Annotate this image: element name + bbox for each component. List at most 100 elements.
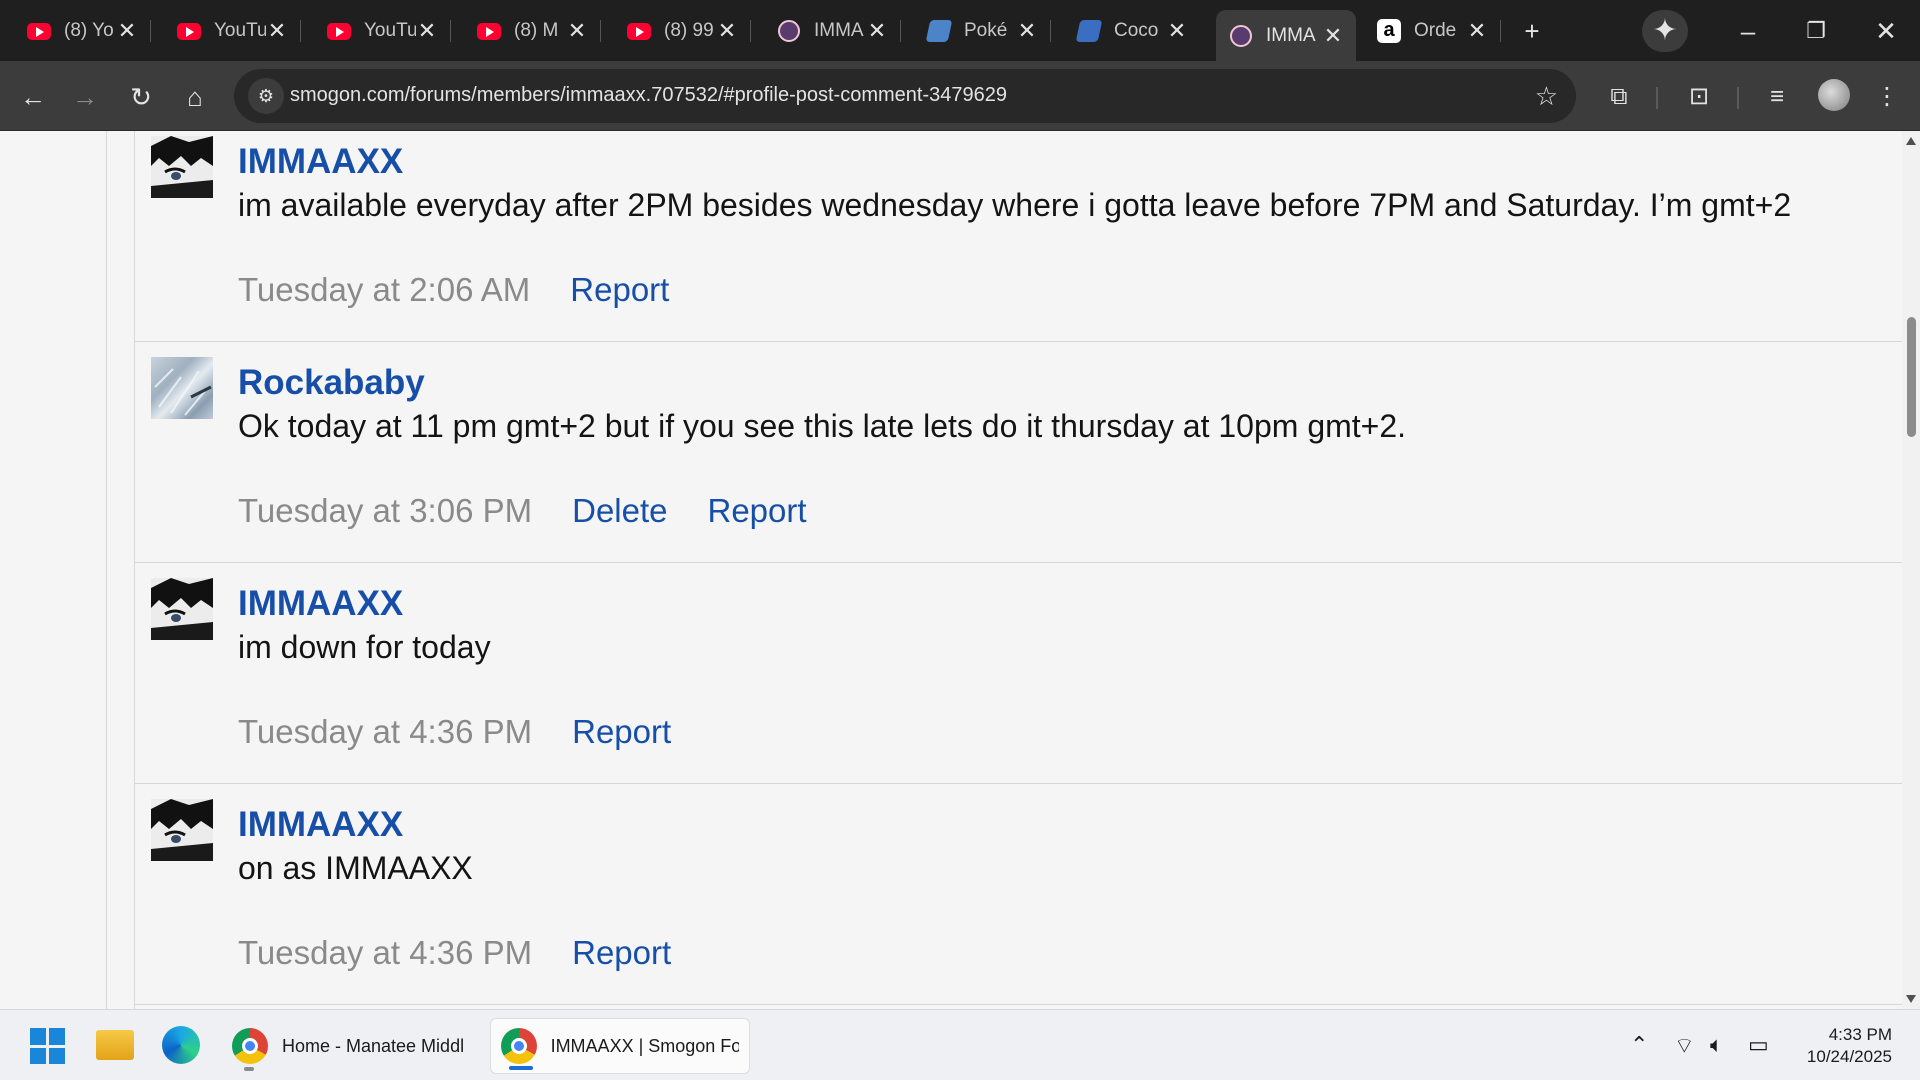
tab-title: IMMA <box>1266 24 1316 46</box>
comment-username[interactable]: IMMAAXX <box>238 805 403 845</box>
pokemon-icon <box>925 20 953 42</box>
report-link[interactable]: Report <box>572 934 671 972</box>
tab-title: YouTu <box>364 20 416 41</box>
delete-link[interactable]: Delete <box>572 492 667 530</box>
chrome-icon <box>501 1028 537 1064</box>
extensions-icon[interactable]: ⧉ <box>1600 78 1638 116</box>
comment-timestamp[interactable]: Tuesday at 2:06 AM <box>238 271 530 309</box>
page-scrollbar[interactable] <box>1902 131 1920 1009</box>
close-icon[interactable]: ✕ <box>1322 23 1344 49</box>
menu-icon[interactable]: ⋮ <box>1868 78 1906 116</box>
tab-amazon[interactable]: a Orde ✕ <box>1364 10 1501 52</box>
comment-message: im available everyday after 2PM besides … <box>238 187 1792 223</box>
user-avatar[interactable] <box>151 799 213 861</box>
site-info-icon[interactable]: ⚙ <box>248 78 284 114</box>
tab-youtube-3[interactable]: YouTu ✕ <box>314 10 451 52</box>
taskbar-app-chrome-home[interactable]: Home - Manatee Middl <box>222 1018 480 1074</box>
tab-title: Coco <box>1114 20 1159 41</box>
user-avatar[interactable] <box>151 578 213 640</box>
wifi-icon[interactable]: ⌔ <box>1674 1032 1695 1060</box>
tab-pokemon[interactable]: Poké ✕ <box>914 10 1051 52</box>
close-icon[interactable]: ✕ <box>1016 18 1038 44</box>
new-tab-button[interactable]: + <box>1514 14 1550 48</box>
profile-comment: IMMAAXX im available everyday after 2PM … <box>135 131 1902 342</box>
scrollbar-thumb[interactable] <box>1907 317 1916 437</box>
close-icon[interactable]: ✕ <box>1466 18 1488 44</box>
tab-title: Orde <box>1414 20 1457 41</box>
profile-avatar[interactable] <box>1818 79 1850 111</box>
tab-smogon-active[interactable]: IMMA ✕ <box>1216 10 1356 61</box>
amazon-icon: a <box>1376 19 1402 43</box>
tab-title: YouTu <box>214 20 266 41</box>
tab-title: (8) M <box>514 20 559 41</box>
home-icon[interactable]: ⌂ <box>176 78 214 116</box>
comment-message: on as IMMAAXX <box>238 850 473 886</box>
windows-start-icon[interactable] <box>30 1028 66 1064</box>
tab-youtube-5[interactable]: (8) 99 ✕ <box>614 10 751 52</box>
chrome-icon <box>232 1028 268 1064</box>
comment-timestamp[interactable]: Tuesday at 3:06 PM <box>238 492 532 530</box>
back-icon[interactable]: ← <box>14 78 52 116</box>
clock-time: 4:33 PM <box>1828 1025 1892 1044</box>
tab-youtube-4[interactable]: (8) M ✕ <box>464 10 601 52</box>
comment-message: im down for today <box>238 629 491 665</box>
edge-icon[interactable] <box>162 1026 200 1064</box>
scroll-down-icon[interactable] <box>1906 995 1916 1003</box>
youtube-icon <box>476 20 502 42</box>
tab-youtube-2[interactable]: YouTu ✕ <box>164 10 301 52</box>
close-icon[interactable]: ✕ <box>116 18 138 44</box>
system-clock[interactable]: 4:33 PM 10/24/2025 <box>1780 1024 1892 1068</box>
tab-title: IMMA <box>814 20 864 41</box>
close-icon[interactable]: ✕ <box>266 18 288 44</box>
tab-smogon-1[interactable]: IMMA ✕ <box>764 10 901 52</box>
address-bar[interactable]: ⚙ smogon.com/forums/members/immaaxx.7075… <box>234 69 1576 123</box>
reload-icon[interactable]: ↻ <box>122 78 160 116</box>
url-text[interactable]: smogon.com/forums/members/immaaxx.707532… <box>290 84 1007 107</box>
taskbar-app-label: Home - Manatee Middl <box>282 1035 465 1056</box>
smogon-icon <box>1228 24 1254 47</box>
show-hidden-icons-icon[interactable]: ⌃ <box>1630 1032 1648 1058</box>
file-explorer-icon[interactable] <box>96 1030 134 1060</box>
youtube-icon <box>176 20 202 42</box>
close-icon[interactable]: ✕ <box>1166 18 1188 44</box>
report-link[interactable]: Report <box>572 713 671 751</box>
tab-strip: (8) Yo ✕ YouTu ✕ YouTu ✕ (8) M ✕ (8) 99 … <box>0 0 1920 61</box>
youtube-icon <box>626 20 652 42</box>
battery-icon[interactable]: ▭ <box>1748 1032 1769 1058</box>
comment-timestamp[interactable]: Tuesday at 4:36 PM <box>238 713 532 751</box>
youtube-icon <box>26 20 52 42</box>
tab-title: (8) Yo <box>64 20 114 41</box>
scroll-up-icon[interactable] <box>1906 137 1916 145</box>
user-avatar[interactable] <box>151 136 213 198</box>
tab-youtube-1[interactable]: (8) Yo ✕ <box>14 10 151 52</box>
taskbar-app-chrome-smogon[interactable]: IMMAAXX | Smogon Fo <box>490 1018 750 1074</box>
media-controls-icon[interactable]: ≡ <box>1758 78 1796 116</box>
bookmark-star-icon[interactable]: ☆ <box>1535 78 1558 114</box>
close-icon[interactable]: ✕ <box>716 18 738 44</box>
minimize-icon[interactable]: – <box>1730 14 1766 48</box>
close-window-icon[interactable]: ✕ <box>1868 14 1904 48</box>
taskbar-app-label: IMMAAXX | Smogon Fo <box>550 1035 739 1056</box>
report-link[interactable]: Report <box>570 271 669 309</box>
profile-comment: IMMAAXX im down for today Tuesday at 4:3… <box>135 563 1902 784</box>
comment-message: Ok today at 11 pm gmt+2 but if you see t… <box>238 408 1407 444</box>
user-avatar[interactable] <box>151 357 213 419</box>
youtube-icon <box>326 20 352 42</box>
comment-username[interactable]: Rockababy <box>238 363 425 403</box>
forward-icon[interactable]: → <box>66 78 104 116</box>
close-icon[interactable]: ✕ <box>416 18 438 44</box>
gemini-icon[interactable]: ✦ <box>1642 10 1688 52</box>
close-icon[interactable]: ✕ <box>566 18 588 44</box>
volume-icon[interactable]: 🔈︎ <box>1710 1032 1723 1058</box>
comment-timestamp[interactable]: Tuesday at 4:36 PM <box>238 934 532 972</box>
tab-title: Poké <box>964 20 1008 41</box>
page-content: IMMAAXX im available everyday after 2PM … <box>0 131 1902 1009</box>
tab-coco[interactable]: Coco ✕ <box>1064 10 1200 52</box>
comment-username[interactable]: IMMAAXX <box>238 142 403 182</box>
restore-icon[interactable]: ❐ <box>1798 14 1834 48</box>
close-icon[interactable]: ✕ <box>866 18 888 44</box>
comment-username[interactable]: IMMAAXX <box>238 584 403 624</box>
smogon-icon <box>776 20 802 42</box>
report-link[interactable]: Report <box>708 492 807 530</box>
search-tabs-icon[interactable]: ⊡ <box>1680 78 1718 116</box>
